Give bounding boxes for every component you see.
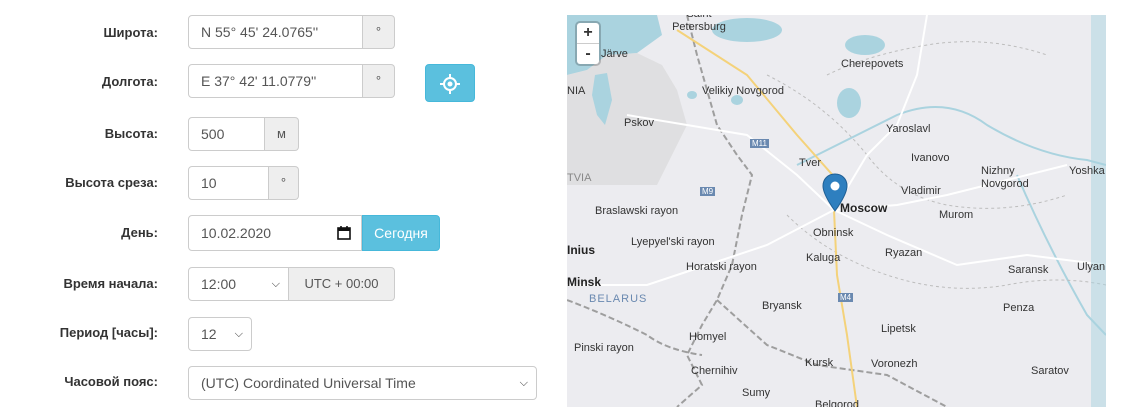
start-time-group: 12:00 ⌵ UTC + 00:00: [188, 267, 395, 301]
utc-offset: UTC + 00:00: [289, 267, 395, 301]
period-label: Период [часы]:: [59, 325, 158, 340]
map-label: Ivanovo: [911, 152, 950, 164]
zoom-in-button[interactable]: +: [577, 23, 599, 44]
map-label: Yaroslavl: [886, 123, 931, 135]
map[interactable]: + - Saint Petersburg Järve NIA Cherepove…: [567, 15, 1106, 407]
cut-height-label: Высота среза:: [65, 175, 158, 190]
chevron-down-icon: ⌵: [271, 278, 280, 290]
map-label: Inius: [567, 243, 596, 257]
crosshair-icon: [440, 74, 460, 94]
cut-height-input[interactable]: 10: [188, 166, 269, 200]
zoom-control: + -: [577, 23, 599, 64]
cut-height-unit: °: [269, 166, 299, 200]
latitude-label: Широта:: [103, 25, 158, 40]
start-time-select[interactable]: 12:00 ⌵: [188, 267, 289, 301]
timezone-label: Часовой пояс:: [64, 374, 158, 389]
altitude-input[interactable]: 500: [188, 117, 265, 151]
map-label: M4: [838, 293, 854, 302]
map-label: Homyel: [689, 331, 727, 343]
locate-button[interactable]: [425, 64, 475, 102]
map-label: Braslawski rayon: [595, 205, 679, 217]
map-label: Kaluga: [806, 252, 841, 264]
start-time-value: 12:00: [201, 276, 237, 292]
longitude-group: E 37° 42' 11.0779'' °: [188, 64, 395, 98]
map-label: Voronezh: [871, 358, 918, 370]
altitude-group: 500 м: [188, 117, 299, 151]
longitude-unit: °: [363, 64, 395, 98]
map-label: Järve: [601, 48, 628, 60]
map-label: Velikiy Novgorod: [702, 85, 784, 97]
map-label: NIA: [567, 85, 586, 97]
day-value: 10.02.2020: [201, 225, 272, 241]
map-label: TVIA: [567, 172, 592, 184]
map-pin-icon[interactable]: [822, 173, 848, 213]
chevron-down-icon: ⌵: [234, 328, 243, 340]
map-label: Ulyan: [1077, 261, 1106, 273]
today-button[interactable]: Сегодня: [362, 215, 440, 251]
map-label: Murom: [939, 209, 974, 221]
map-label: Lipetsk: [881, 323, 916, 335]
map-label: Vladimir: [901, 185, 941, 197]
map-label: Saratov: [1031, 365, 1069, 377]
period-value: 12: [201, 326, 217, 342]
map-label: Saint Petersburg: [672, 15, 726, 33]
altitude-label: Высота:: [104, 126, 158, 141]
latitude-group: N 55° 45' 24.0765'' °: [188, 15, 395, 49]
longitude-label: Долгота:: [101, 74, 158, 89]
timezone-value: (UTC) Coordinated Universal Time: [201, 375, 416, 391]
map-label: Cherepovets: [841, 58, 904, 70]
map-label: Kursk: [805, 357, 834, 369]
map-label: Tver: [799, 157, 821, 169]
map-label: Obninsk: [813, 227, 854, 239]
chevron-down-icon: ⌵: [519, 377, 528, 389]
latitude-unit: °: [363, 15, 395, 49]
longitude-input[interactable]: E 37° 42' 11.0779'': [188, 64, 363, 98]
map-label: Bryansk: [762, 300, 802, 312]
map-label: Ryazan: [885, 247, 923, 259]
map-label: Yoshka: [1069, 165, 1105, 177]
zoom-out-button[interactable]: -: [577, 44, 599, 64]
start-time-label: Время начала:: [63, 276, 158, 291]
map-label: Saransk: [1008, 264, 1049, 276]
map-label: Chernihiv: [691, 365, 738, 377]
calendar-icon[interactable]: [337, 226, 351, 240]
map-label: BELARUS: [589, 293, 648, 305]
map-label: M11: [750, 139, 769, 148]
altitude-unit: м: [265, 117, 299, 151]
day-input[interactable]: 10.02.2020: [188, 215, 362, 251]
cut-height-group: 10 °: [188, 166, 299, 200]
map-label: Penza: [1003, 302, 1035, 314]
map-label: Horatski rayon: [686, 261, 757, 273]
map-label: Minsk: [567, 275, 602, 289]
period-select[interactable]: 12 ⌵: [188, 317, 252, 351]
map-label: Sumy: [742, 387, 771, 399]
map-label: Belgorod: [815, 399, 860, 407]
map-label: Pinski rayon: [574, 342, 634, 354]
day-group: 10.02.2020 Сегодня: [188, 215, 440, 251]
map-label: Nizhny Novgorod: [981, 165, 1029, 190]
map-label: M9: [700, 187, 716, 196]
map-label: Pskov: [624, 117, 654, 129]
timezone-select[interactable]: (UTC) Coordinated Universal Time ⌵: [188, 366, 537, 400]
day-label: День:: [121, 225, 158, 240]
map-label: Lyepyel'ski rayon: [631, 236, 715, 248]
latitude-input[interactable]: N 55° 45' 24.0765'': [188, 15, 363, 49]
